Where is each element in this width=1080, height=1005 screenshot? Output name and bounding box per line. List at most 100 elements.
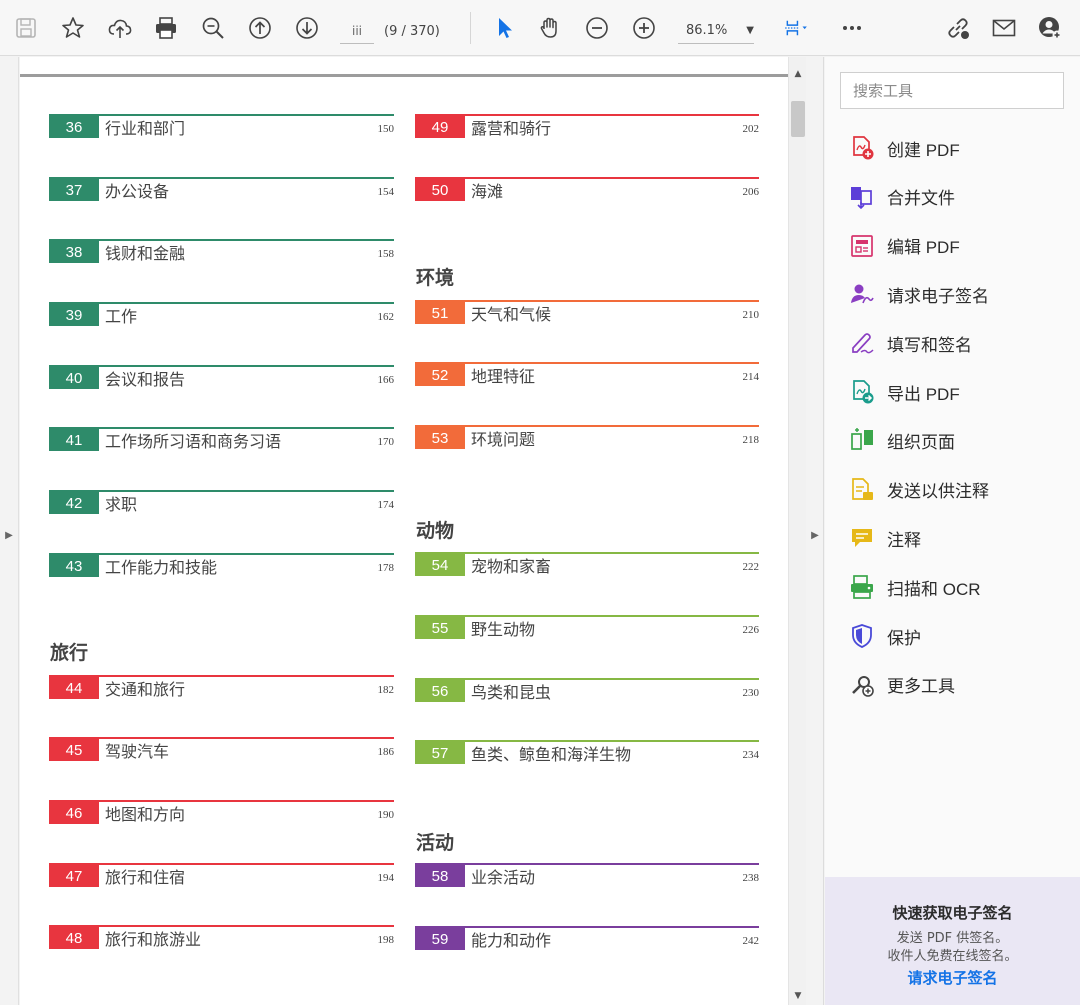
toc-unit-number: 46 (49, 802, 99, 824)
save-icon[interactable] (10, 12, 42, 44)
toc-unit-number: 41 (49, 429, 99, 451)
request-signature-icon (849, 281, 875, 307)
fit-page-icon[interactable] (774, 12, 818, 44)
toc-entry[interactable]: 53 环境问题 218 (415, 425, 759, 451)
zoom-search-icon[interactable] (197, 12, 229, 44)
page-number-input[interactable]: iii (340, 18, 374, 44)
toc-entry[interactable]: 44 交通和旅行 182 (49, 675, 394, 701)
tool-label: 注释 (887, 530, 921, 550)
toc-entry[interactable]: 47 旅行和住宿 194 (49, 863, 394, 889)
document-scrollbar[interactable]: ▲ ▼ (788, 57, 806, 1005)
page-up-icon[interactable] (244, 12, 276, 44)
toc-entry[interactable]: 51 天气和气候 210 (415, 300, 759, 326)
scrollbar-thumb[interactable] (791, 101, 805, 137)
tools-pane: 搜索工具 创建 PDF 合并文件 编辑 PDF 请求电子签名 填写和签名 导出 PDF 组织… (825, 57, 1080, 1005)
scroll-down-icon[interactable]: ▼ (789, 989, 807, 1003)
toc-entry[interactable]: 45 驾驶汽车 186 (49, 737, 394, 763)
toc-page-number: 178 (377, 562, 395, 574)
tool-label: 合并文件 (887, 189, 955, 209)
toc-entry[interactable]: 57 鱼类、鲸鱼和海洋生物 234 (415, 740, 759, 766)
toc-entry[interactable]: 52 地理特征 214 (415, 362, 759, 388)
tool-item[interactable]: 发送以供注释 (849, 475, 1059, 505)
toc-unit-title: 鱼类、鲸鱼和海洋生物 (471, 745, 632, 764)
toc-rule (49, 114, 394, 116)
cloud-upload-icon[interactable] (104, 12, 136, 44)
toc-unit-number: 42 (49, 492, 99, 514)
request-signature-link[interactable]: 请求电子签名 (825, 967, 1080, 988)
tool-item[interactable]: 保护 (849, 621, 1059, 651)
chevron-down-icon: ▼ (746, 25, 754, 36)
tool-item[interactable]: 编辑 PDF (849, 231, 1059, 261)
select-arrow-icon[interactable] (488, 12, 520, 44)
toc-entry[interactable]: 42 求职 174 (49, 490, 394, 516)
toc-unit-title: 会议和报告 (105, 370, 186, 389)
toc-unit-title: 宠物和家畜 (471, 557, 552, 576)
print-icon[interactable] (150, 12, 182, 44)
tool-label: 更多工具 (887, 677, 955, 697)
scroll-up-icon[interactable]: ▲ (789, 67, 807, 81)
toc-page-number: 218 (742, 434, 760, 446)
collapse-tools-pane-icon[interactable]: ▶ (809, 527, 821, 543)
toc-entry[interactable]: 46 地图和方向 190 (49, 800, 394, 826)
zoom-level-select[interactable]: 86.1% ▼ (678, 18, 754, 44)
toc-entry[interactable]: 39 工作 162 (49, 302, 394, 328)
toc-entry[interactable]: 43 工作能力和技能 178 (49, 553, 394, 579)
toc-unit-title: 能力和动作 (471, 931, 552, 950)
tool-item[interactable]: 组织页面 (849, 426, 1059, 456)
toc-entry[interactable]: 58 业余活动 238 (415, 863, 759, 889)
tool-item[interactable]: 导出 PDF (849, 377, 1059, 407)
tools-pane-toggle[interactable]: ▶ (806, 57, 824, 1005)
toc-entry[interactable]: 54 宠物和家畜 222 (415, 552, 759, 578)
toc-entry[interactable]: 37 办公设备 154 (49, 177, 394, 203)
star-icon[interactable] (57, 12, 89, 44)
toc-entry[interactable]: 56 鸟类和昆虫 230 (415, 678, 759, 704)
toc-entry[interactable]: 38 钱财和金融 158 (49, 239, 394, 265)
toc-unit-title: 海滩 (471, 182, 504, 201)
tool-item[interactable]: 扫描和 OCR (849, 572, 1059, 602)
tool-item[interactable]: 注释 (849, 523, 1059, 553)
toc-section-heading: 动物 (416, 520, 455, 542)
toc-unit-title: 钱财和金融 (105, 244, 186, 263)
more-icon[interactable] (836, 12, 868, 44)
search-tools-input[interactable]: 搜索工具 (840, 72, 1064, 109)
toc-entry[interactable]: 49 露营和骑行 202 (415, 114, 759, 140)
promo-line-1: 发送 PDF 供签名。 (896, 931, 1009, 946)
page-down-icon[interactable] (291, 12, 323, 44)
toc-entry[interactable]: 41 工作场所习语和商务习语 170 (49, 427, 394, 453)
esign-promo: 快速获取电子签名 发送 PDF 供签名。 收件人免费在线签名。 请求电子签名 (825, 877, 1080, 1005)
tool-item[interactable]: 创建 PDF (849, 133, 1059, 163)
toc-entry[interactable]: 50 海滩 206 (415, 177, 759, 203)
toc-entry[interactable]: 36 行业和部门 150 (49, 114, 394, 140)
toc-entry[interactable]: 40 会议和报告 166 (49, 365, 394, 391)
toc-page-number: 206 (742, 186, 760, 198)
expand-left-panel-icon[interactable]: ▶ (3, 527, 15, 543)
toc-rule (49, 553, 394, 555)
account-icon[interactable] (1034, 12, 1066, 44)
toc-unit-number: 44 (49, 677, 99, 699)
document-page: 36 行业和部门 150 37 办公设备 154 38 钱财和金融 158 39 工作 162 40 会议… (20, 57, 788, 1005)
tool-item[interactable]: 合并文件 (849, 182, 1059, 212)
left-panel-toggle[interactable]: ▶ (0, 57, 19, 1005)
toc-entry[interactable]: 48 旅行和旅游业 198 (49, 925, 394, 951)
link-icon[interactable] (942, 12, 974, 44)
toc-entry[interactable]: 55 野生动物 226 (415, 615, 759, 641)
hand-icon[interactable] (534, 12, 566, 44)
zoom-out-icon[interactable] (581, 12, 613, 44)
mail-icon[interactable] (988, 12, 1020, 44)
page-count: (9 / 370) (384, 23, 440, 39)
toolbar: iii (9 / 370) 86.1% ▼ (0, 0, 1080, 56)
toc-page-number: 162 (377, 311, 395, 323)
toc-unit-number: 45 (49, 739, 99, 761)
toc-page-number: 226 (742, 624, 760, 636)
edit-pdf-icon (849, 233, 875, 259)
tool-item[interactable]: 请求电子签名 (849, 279, 1059, 309)
zoom-in-icon[interactable] (628, 12, 660, 44)
toc-unit-number: 55 (415, 617, 465, 639)
promo-title: 快速获取电子签名 (892, 904, 1013, 922)
toolbar-divider (470, 12, 471, 44)
toc-unit-number: 51 (415, 302, 465, 324)
tool-item[interactable]: 更多工具 (849, 670, 1059, 700)
toc-entry[interactable]: 59 能力和动作 242 (415, 926, 759, 952)
tool-item[interactable]: 填写和签名 (849, 328, 1059, 358)
toc-rule (415, 425, 759, 427)
